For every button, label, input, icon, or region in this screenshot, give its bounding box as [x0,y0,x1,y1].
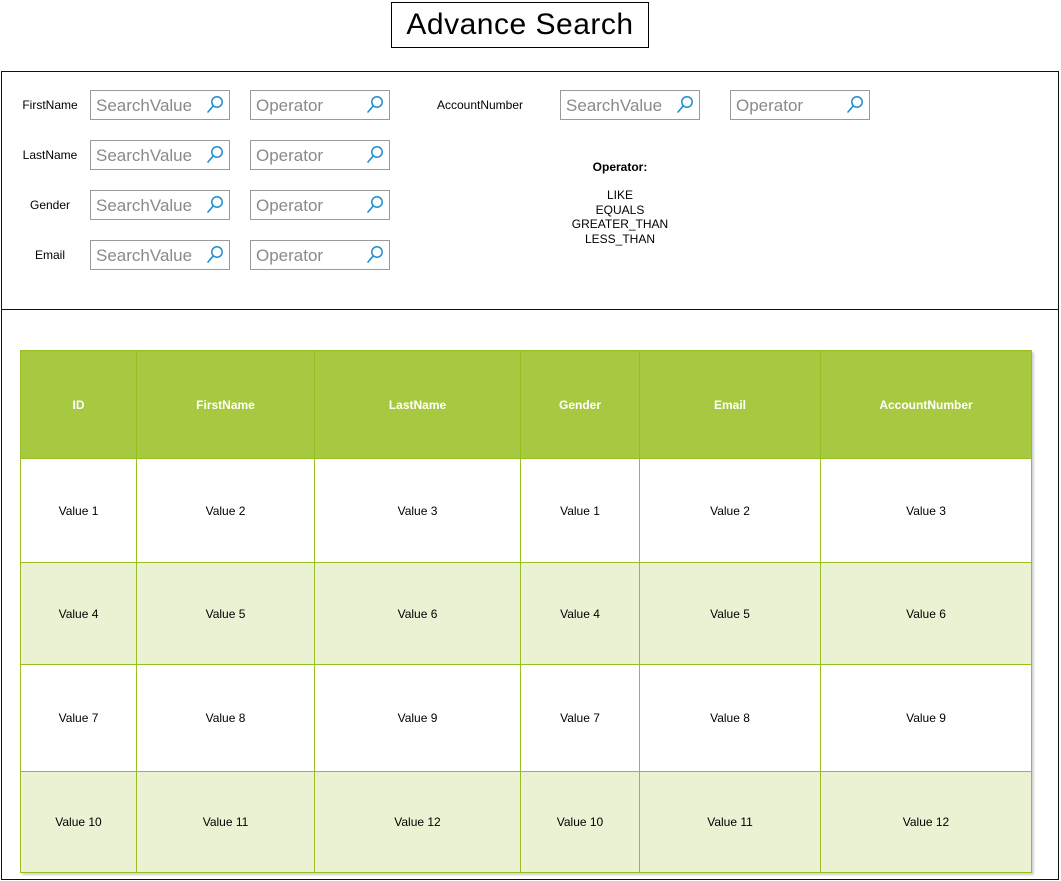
table-cell: Value 2 [136,458,315,563]
table-cell: Value 4 [520,562,640,665]
table-cell: Value 11 [136,771,315,873]
column-header-gender[interactable]: Gender [520,350,640,459]
search-icon[interactable] [364,244,386,266]
table-cell: Value 9 [314,664,521,772]
table-cell: Value 6 [314,562,521,665]
search-icon[interactable] [364,194,386,216]
gender-label: Gender [29,198,71,212]
table-row[interactable]: Value 4 Value 5 Value 6 Value 4 Value 5 … [20,562,1032,665]
table-cell: Value 5 [136,562,315,665]
operator-option: EQUALS [595,202,645,217]
gender-value-input[interactable]: SearchValue [90,190,230,220]
table-cell: Value 1 [520,458,640,563]
page-title: Advance Search [391,2,649,48]
table-row[interactable]: Value 1 Value 2 Value 3 Value 1 Value 2 … [20,458,1032,563]
accountnumber-label: AccountNumber [436,98,524,112]
table-row[interactable]: Value 10 Value 11 Value 12 Value 10 Valu… [20,771,1032,873]
accountnumber-value-placeholder: SearchValue [566,96,663,115]
column-header-firstname[interactable]: FirstName [136,350,315,459]
gender-operator-input[interactable]: Operator [250,190,390,220]
email-label: Email [34,248,65,262]
email-value-placeholder: SearchValue [96,246,193,265]
email-operator-placeholder: Operator [256,246,324,265]
email-value-input[interactable]: SearchValue [90,240,230,270]
firstname-label: FirstName [22,98,78,112]
table-cell: Value 10 [520,771,640,873]
table-cell: Value 11 [639,771,821,873]
accountnumber-operator-placeholder: Operator [736,96,804,115]
table-cell: Value 3 [314,458,521,563]
advance-search-page: Advance Search FirstName SearchValue Ope… [0,0,1061,881]
table-cell: Value 5 [639,562,821,665]
column-header-lastname[interactable]: LastName [314,350,521,459]
search-icon[interactable] [364,94,386,116]
firstname-operator-input[interactable]: Operator [250,90,390,120]
results-table: ID FirstName LastName Gender Email Accou… [20,350,1032,873]
column-header-accountnumber[interactable]: AccountNumber [820,350,1032,459]
table-row[interactable]: Value 7 Value 8 Value 9 Value 7 Value 8 … [20,664,1032,772]
search-icon[interactable] [204,94,226,116]
email-operator-input[interactable]: Operator [250,240,390,270]
operator-help: Operator: LIKE EQUALS GREATER_THAN LESS_… [560,160,680,246]
table-cell: Value 6 [820,562,1032,665]
table-cell: Value 7 [20,664,137,772]
firstname-operator-placeholder: Operator [256,96,324,115]
search-icon[interactable] [674,94,696,116]
table-cell: Value 1 [20,458,137,563]
accountnumber-operator-input[interactable]: Operator [730,90,870,120]
search-icon[interactable] [844,94,866,116]
accountnumber-value-input[interactable]: SearchValue [560,90,700,120]
table-cell: Value 8 [136,664,315,772]
operator-help-heading: Operator: [592,160,648,174]
table-cell: Value 9 [820,664,1032,772]
firstname-value-input[interactable]: SearchValue [90,90,230,120]
operator-option: GREATER_THAN [571,217,669,231]
lastname-operator-input[interactable]: Operator [250,140,390,170]
firstname-value-placeholder: SearchValue [96,96,193,115]
search-icon[interactable] [204,144,226,166]
gender-operator-placeholder: Operator [256,196,324,215]
table-cell: Value 12 [314,771,521,873]
search-icon[interactable] [204,194,226,216]
table-cell: Value 12 [820,771,1032,873]
search-icon[interactable] [364,144,386,166]
lastname-label: LastName [22,148,78,162]
lastname-value-input[interactable]: SearchValue [90,140,230,170]
lastname-operator-placeholder: Operator [256,146,324,165]
operator-option: LESS_THAN [584,231,656,246]
column-header-id[interactable]: ID [20,350,137,459]
lastname-value-placeholder: SearchValue [96,146,193,165]
table-header-row: ID FirstName LastName Gender Email Accou… [20,350,1032,459]
table-cell: Value 2 [639,458,821,563]
operator-option: LIKE [606,188,633,202]
column-header-email[interactable]: Email [639,350,821,459]
table-cell: Value 7 [520,664,640,772]
table-cell: Value 10 [20,771,137,873]
table-cell: Value 3 [820,458,1032,563]
search-icon[interactable] [204,244,226,266]
table-cell: Value 4 [20,562,137,665]
gender-value-placeholder: SearchValue [96,196,193,215]
table-cell: Value 8 [639,664,821,772]
